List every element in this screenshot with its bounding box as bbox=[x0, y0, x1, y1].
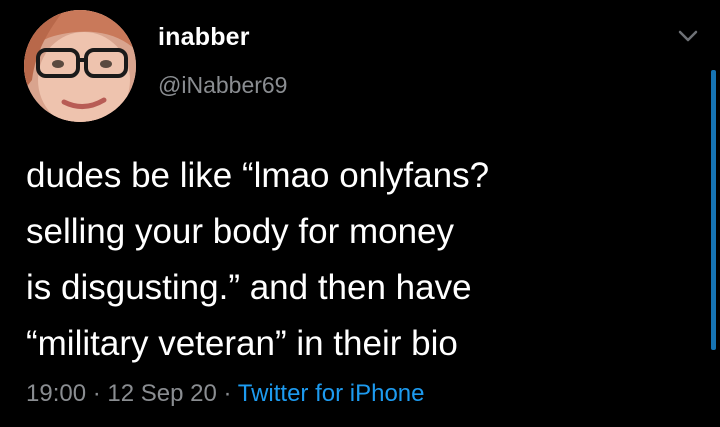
user-handle[interactable]: @iNabber69 bbox=[158, 72, 287, 99]
display-name[interactable]: inabber bbox=[158, 23, 250, 52]
tweet-text: dudes be like “lmao onlyfans? selling yo… bbox=[26, 156, 490, 363]
tweet-date[interactable]: 12 Sep 20 bbox=[107, 380, 216, 407]
avatar-image bbox=[24, 10, 136, 122]
tweet-source-link[interactable]: Twitter for iPhone bbox=[238, 380, 425, 407]
separator: · bbox=[92, 380, 101, 407]
tweet: inabber @iNabber69 dudes be like “lmao o… bbox=[0, 0, 720, 427]
tweet-time[interactable]: 19:00 bbox=[26, 380, 86, 407]
separator: · bbox=[223, 380, 232, 407]
tweet-meta: 19:00 · 12 Sep 20 · Twitter for iPhone bbox=[26, 380, 425, 408]
avatar[interactable] bbox=[24, 10, 136, 122]
chevron-down-icon[interactable] bbox=[674, 24, 702, 48]
scrollbar[interactable] bbox=[711, 70, 716, 350]
